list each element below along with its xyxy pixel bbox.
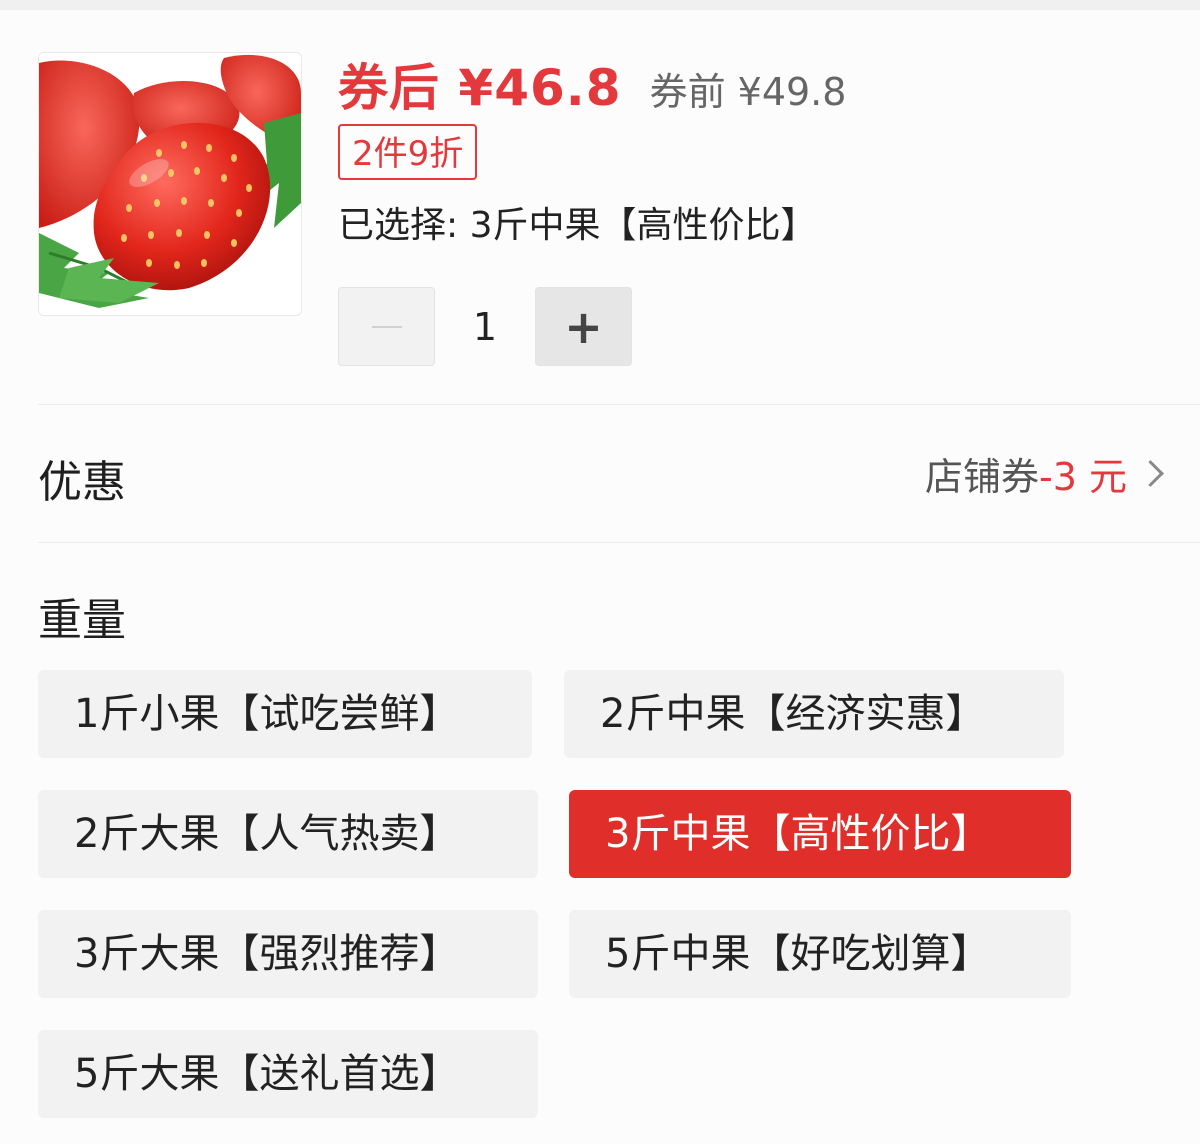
discount-badge: 2件9折 [338,124,478,180]
weight-option-2jin-medium[interactable]: 2斤中果【经济实惠】 [564,670,1064,758]
decrement-button[interactable] [338,287,435,366]
price-row: 券后 ¥46.8 券前 ¥49.8 [338,48,846,120]
selected-variant-label: 已选择: 3斤中果【高性价比】 [338,205,817,246]
strawberry-image [38,52,302,316]
chevron-right-icon [1137,460,1164,487]
increment-button[interactable]: + [535,287,632,366]
weight-option-5jin-large[interactable]: 5斤大果【送礼首选】 [38,1030,538,1118]
strawberry-illustration [39,53,301,315]
weight-option-5jin-medium[interactable]: 5斤中果【好吃划算】 [569,910,1071,998]
top-divider [0,0,1200,10]
coupon-amount: -3 元 [1039,455,1127,499]
quantity-value[interactable]: 1 [435,305,535,349]
minus-icon [371,325,402,328]
weight-section-title: 重量 [38,595,126,646]
weight-option-3jin-large[interactable]: 3斤大果【强烈推荐】 [38,910,538,998]
product-sku-panel: 券后 ¥46.8 券前 ¥49.8 2件9折 已选择: 3斤中果【高性价比】 1… [0,0,1200,1144]
weight-option-3jin-medium-selected[interactable]: 3斤中果【高性价比】 [569,790,1071,878]
section-divider [38,542,1200,543]
price-before-coupon: 券前 ¥49.8 [649,70,847,114]
coupon-prefix: 店铺券 [925,455,1040,499]
plus-icon: + [564,299,603,354]
quantity-stepper: 1 + [338,287,632,366]
price-after-coupon: 券后 ¥46.8 [338,59,622,117]
section-divider [38,404,1200,405]
store-coupon-link[interactable]: 店铺券 -3 元 [925,446,1164,501]
weight-option-2jin-large[interactable]: 2斤大果【人气热卖】 [38,790,538,878]
discount-section-title: 优惠 [38,457,126,508]
weight-option-1jin-small[interactable]: 1斤小果【试吃尝鲜】 [38,670,532,758]
